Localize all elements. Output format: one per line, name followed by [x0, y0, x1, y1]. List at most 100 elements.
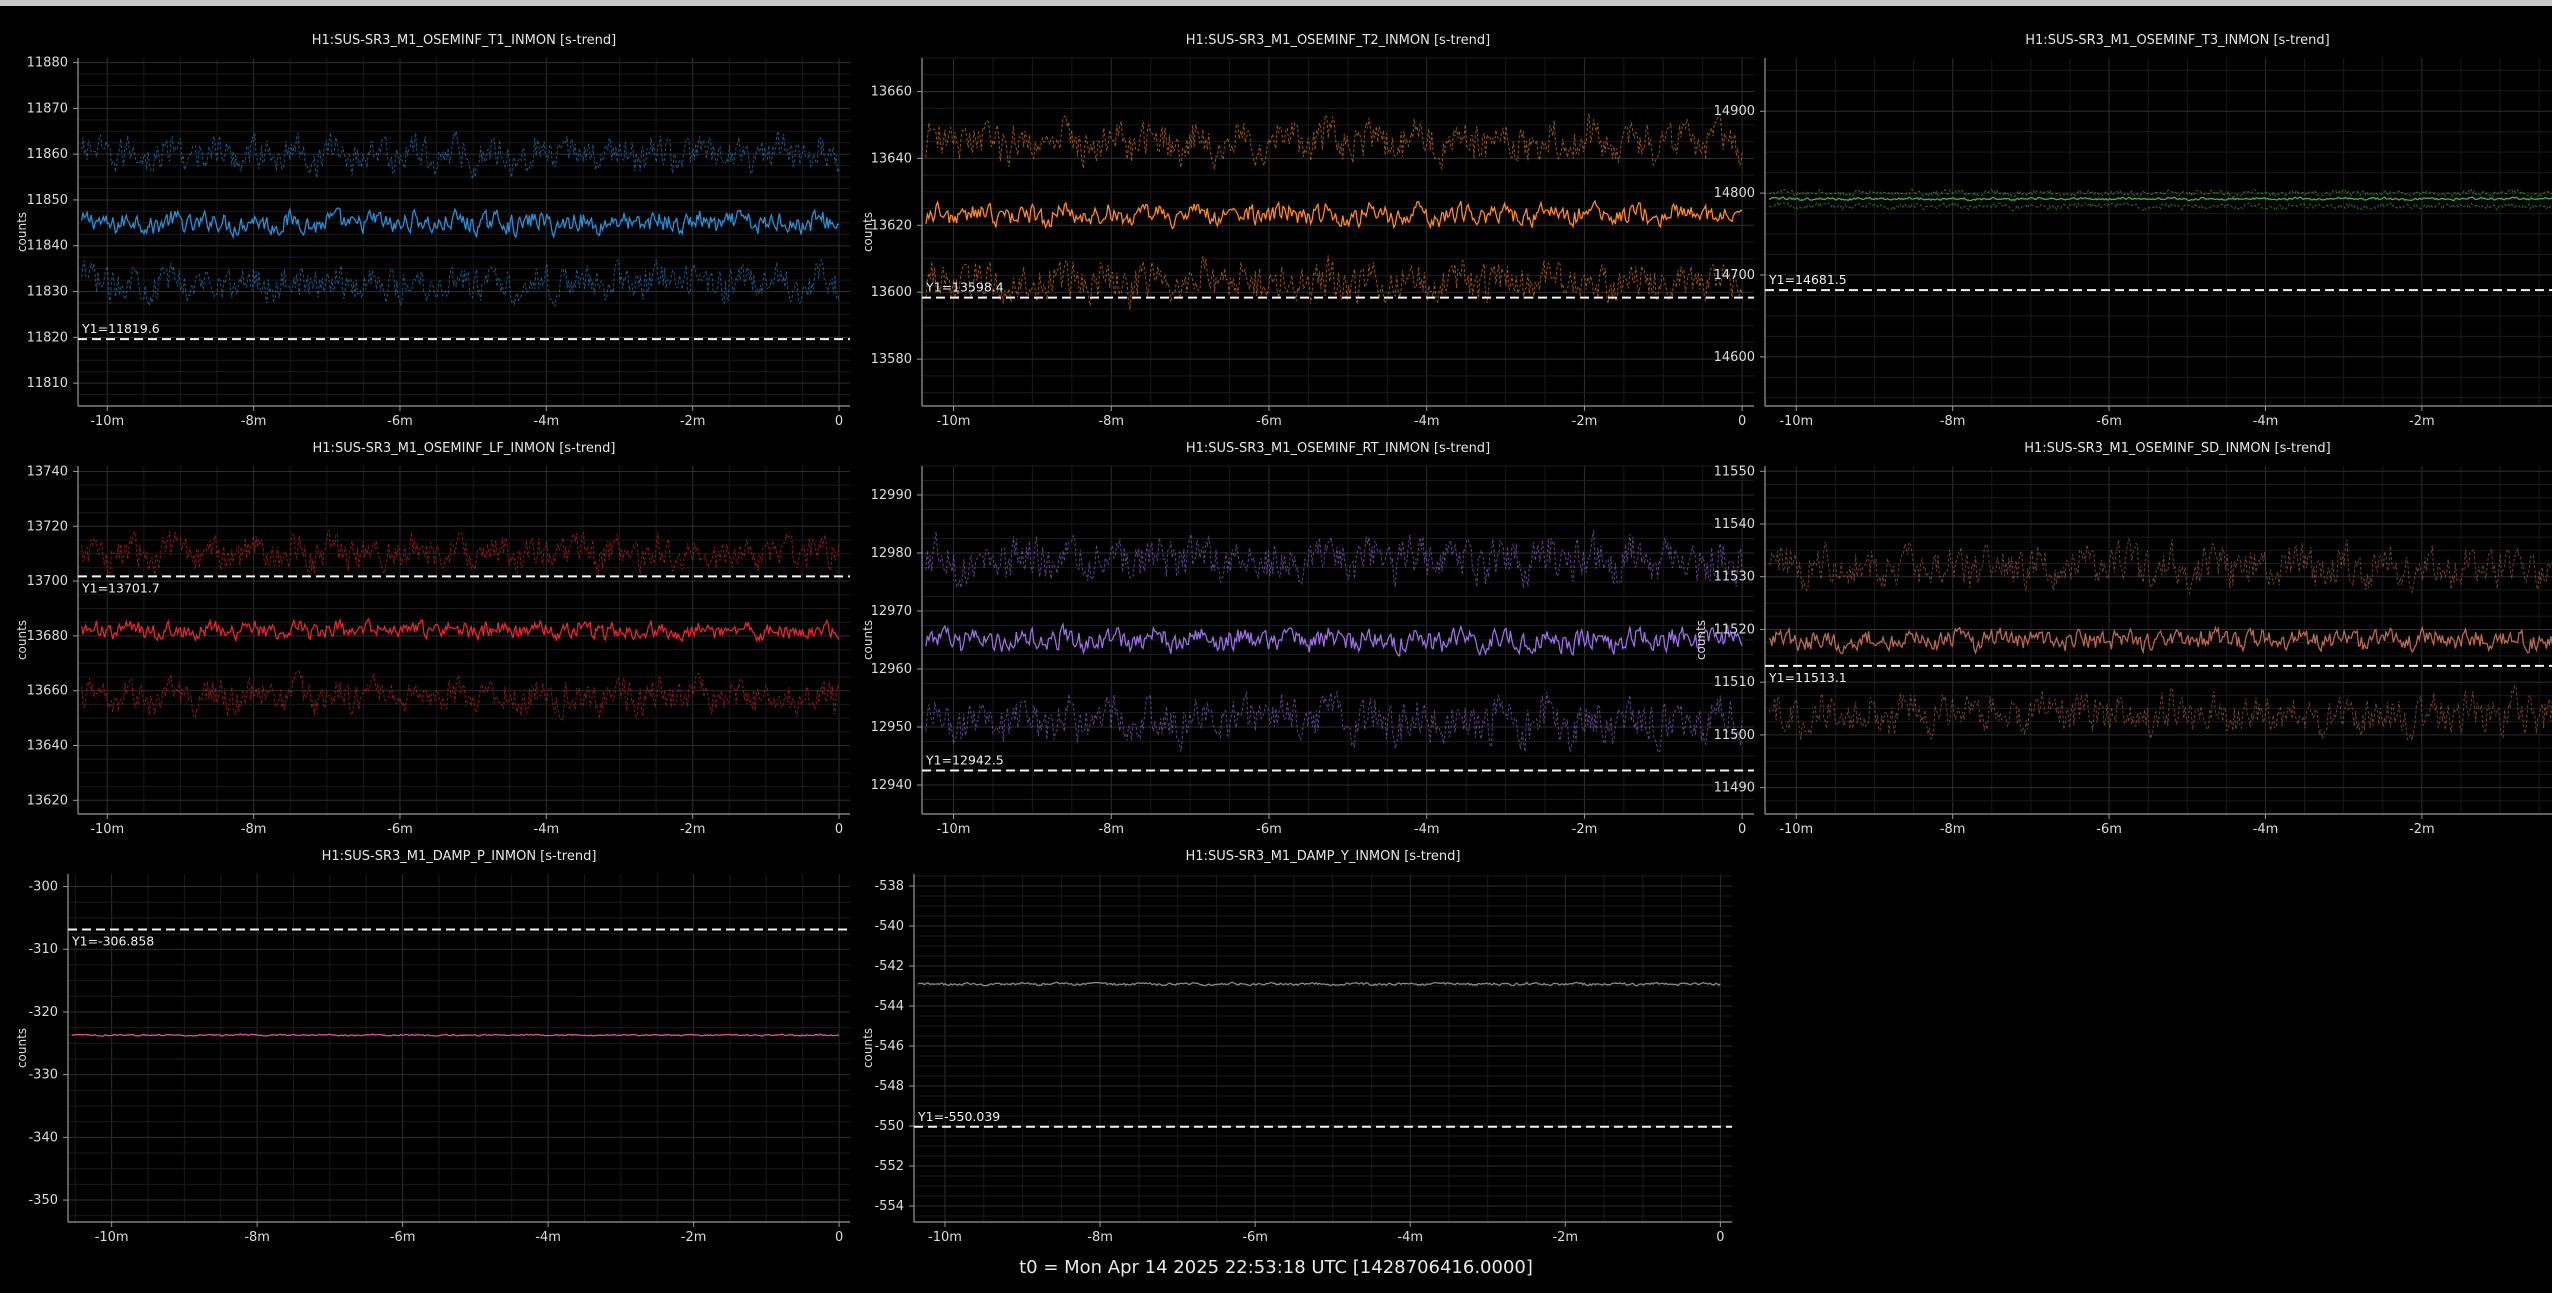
y-axis-label: counts — [15, 212, 29, 252]
x-tick-label: 0 — [835, 414, 843, 429]
plot-svg[interactable]: H1:SUS-SR3_M1_OSEMINF_LF_INMON [s-trend]… — [0, 438, 860, 838]
y-tick-label: 12990 — [871, 488, 912, 503]
y-tick-label: -546 — [874, 1039, 904, 1054]
series-min-line — [81, 258, 840, 308]
x-tick-label: -10m — [937, 414, 971, 429]
y-tick-label: 13600 — [871, 285, 912, 300]
y-tick-label: 11530 — [1714, 570, 1755, 585]
window-top-bar — [0, 0, 2552, 6]
series-min-line — [1768, 201, 2552, 212]
x-tick-label: -6m — [387, 822, 413, 837]
x-tick-label: -4m — [2253, 822, 2279, 837]
series-max-line — [1768, 537, 2552, 596]
plot-title: H1:SUS-SR3_M1_DAMP_P_INMON [s-trend] — [322, 849, 597, 864]
y-axis-label: counts — [861, 620, 875, 660]
y-tick-label: -550 — [874, 1119, 904, 1134]
plot-svg[interactable]: H1:SUS-SR3_M1_OSEMINF_RT_INMON [s-trend]… — [861, 438, 1754, 838]
x-tick-label: -10m — [928, 1230, 962, 1245]
y-tick-label: 13640 — [871, 151, 912, 166]
y-tick-label: 13620 — [871, 218, 912, 233]
x-tick-label: -8m — [1098, 822, 1124, 837]
x-tick-label: 0 — [1716, 1230, 1724, 1245]
x-tick-label: -4m — [534, 822, 560, 837]
y-tick-label: 13660 — [871, 84, 912, 99]
plot-grid-lines — [922, 57, 1754, 406]
time-reference-footer: t0 = Mon Apr 14 2025 22:53:18 UTC [14287… — [1019, 1257, 1533, 1278]
cursor-y1-label: Y1=13598.4 — [925, 280, 1004, 295]
y-axis-label: counts — [15, 1028, 29, 1068]
plot-svg[interactable]: H1:SUS-SR3_M1_OSEMINF_T2_INMON [s-trend]… — [861, 30, 1754, 430]
x-tick-label: -6m — [1256, 414, 1282, 429]
y-tick-label: 13720 — [27, 519, 68, 534]
x-tick-label: -6m — [390, 1230, 416, 1245]
plot-panel[interactable]: H1:SUS-SR3_M1_OSEMINF_T1_INMON [s-trend]… — [0, 30, 860, 430]
series-mean-line — [1768, 196, 2552, 202]
series-min-line — [81, 670, 840, 721]
x-tick-label: -4m — [2253, 414, 2279, 429]
plot-panel[interactable]: H1:SUS-SR3_M1_DAMP_Y_INMON [s-trend] -10m… — [861, 846, 1732, 1246]
x-tick-label: -2m — [680, 414, 706, 429]
series-mean-line — [925, 199, 1743, 230]
x-tick-label: -4m — [535, 1230, 561, 1245]
x-tick-label: -8m — [241, 822, 267, 837]
y-tick-label: -540 — [874, 919, 904, 934]
cursor-y1-label: Y1=-306.858 — [71, 934, 154, 949]
x-tick-label: -10m — [90, 822, 124, 837]
y-tick-label: 13680 — [27, 629, 68, 644]
cursor-y1-label: Y1=11819.6 — [81, 321, 160, 336]
y-axis-label: counts — [1694, 620, 1708, 660]
x-tick-label: -10m — [1779, 414, 1813, 429]
plot-panel[interactable]: H1:SUS-SR3_M1_OSEMINF_T3_INMON [s-trend]… — [1705, 30, 2552, 430]
series-min-line — [925, 690, 1743, 754]
y-tick-label: 12970 — [871, 604, 912, 619]
plot-title: H1:SUS-SR3_M1_OSEMINF_LF_INMON [s-trend] — [313, 441, 616, 456]
y-tick-label: 12950 — [871, 720, 912, 735]
x-tick-label: -8m — [1098, 414, 1124, 429]
cursor-y1-label: Y1=13701.7 — [81, 580, 160, 595]
plot-title: H1:SUS-SR3_M1_OSEMINF_T2_INMON [s-trend] — [1186, 33, 1490, 48]
x-tick-label: -8m — [241, 414, 267, 429]
y-tick-label: 11830 — [27, 285, 68, 300]
plot-panel[interactable]: H1:SUS-SR3_M1_OSEMINF_LF_INMON [s-trend]… — [0, 438, 860, 838]
y-tick-label: 11550 — [1714, 464, 1755, 479]
x-tick-label: -4m — [1414, 414, 1440, 429]
x-tick-label: -8m — [1940, 414, 1966, 429]
plot-title: H1:SUS-SR3_M1_OSEMINF_T3_INMON [s-trend] — [2025, 33, 2329, 48]
y-tick-label: 11490 — [1714, 781, 1755, 796]
x-tick-label: -8m — [244, 1230, 270, 1245]
y-tick-label: 13740 — [27, 464, 68, 479]
y-axis-label: counts — [861, 1028, 875, 1068]
plot-panel[interactable]: H1:SUS-SR3_M1_DAMP_P_INMON [s-trend] -10m… — [0, 846, 860, 1246]
plot-panel[interactable]: H1:SUS-SR3_M1_OSEMINF_SD_INMON [s-trend]… — [1694, 438, 2552, 838]
x-tick-label: -10m — [1779, 822, 1813, 837]
series-max-line — [81, 130, 840, 180]
y-tick-label: 11520 — [1714, 622, 1755, 637]
plot-svg[interactable]: H1:SUS-SR3_M1_DAMP_P_INMON [s-trend] -10m… — [0, 846, 860, 1246]
plot-svg[interactable]: H1:SUS-SR3_M1_OSEMINF_T3_INMON [s-trend]… — [1705, 30, 2552, 430]
x-tick-label: -8m — [1087, 1230, 1113, 1245]
plot-title: H1:SUS-SR3_M1_DAMP_Y_INMON [s-trend] — [1186, 849, 1461, 864]
x-tick-label: -2m — [680, 822, 706, 837]
cursor-y1-label: Y1=14681.5 — [1768, 272, 1847, 287]
y-tick-label: 11500 — [1714, 728, 1755, 743]
x-tick-label: 0 — [835, 1230, 843, 1245]
x-tick-label: -2m — [681, 1230, 707, 1245]
plot-panel[interactable]: H1:SUS-SR3_M1_OSEMINF_T2_INMON [s-trend]… — [861, 30, 1754, 430]
x-tick-label: 0 — [835, 822, 843, 837]
plot-svg[interactable]: H1:SUS-SR3_M1_OSEMINF_T1_INMON [s-trend]… — [0, 30, 860, 430]
y-tick-label: 12940 — [871, 778, 912, 793]
y-tick-label: 14900 — [1714, 104, 1755, 119]
x-tick-label: -4m — [1397, 1230, 1423, 1245]
x-tick-label: -4m — [534, 414, 560, 429]
plot-panel[interactable]: H1:SUS-SR3_M1_OSEMINF_RT_INMON [s-trend]… — [861, 438, 1754, 838]
plot-svg[interactable]: H1:SUS-SR3_M1_DAMP_Y_INMON [s-trend] -10m… — [861, 846, 1732, 1246]
series-min-line — [1768, 684, 2552, 741]
x-tick-label: -10m — [937, 822, 971, 837]
plot-grid-lines — [78, 466, 850, 815]
y-tick-label: 14600 — [1714, 350, 1755, 365]
y-tick-label: 14800 — [1714, 186, 1755, 201]
plot-svg[interactable]: H1:SUS-SR3_M1_OSEMINF_SD_INMON [s-trend]… — [1694, 438, 2552, 838]
y-tick-label: -350 — [28, 1193, 58, 1208]
y-tick-label: 14700 — [1714, 268, 1755, 283]
y-tick-label: 11880 — [27, 56, 68, 71]
